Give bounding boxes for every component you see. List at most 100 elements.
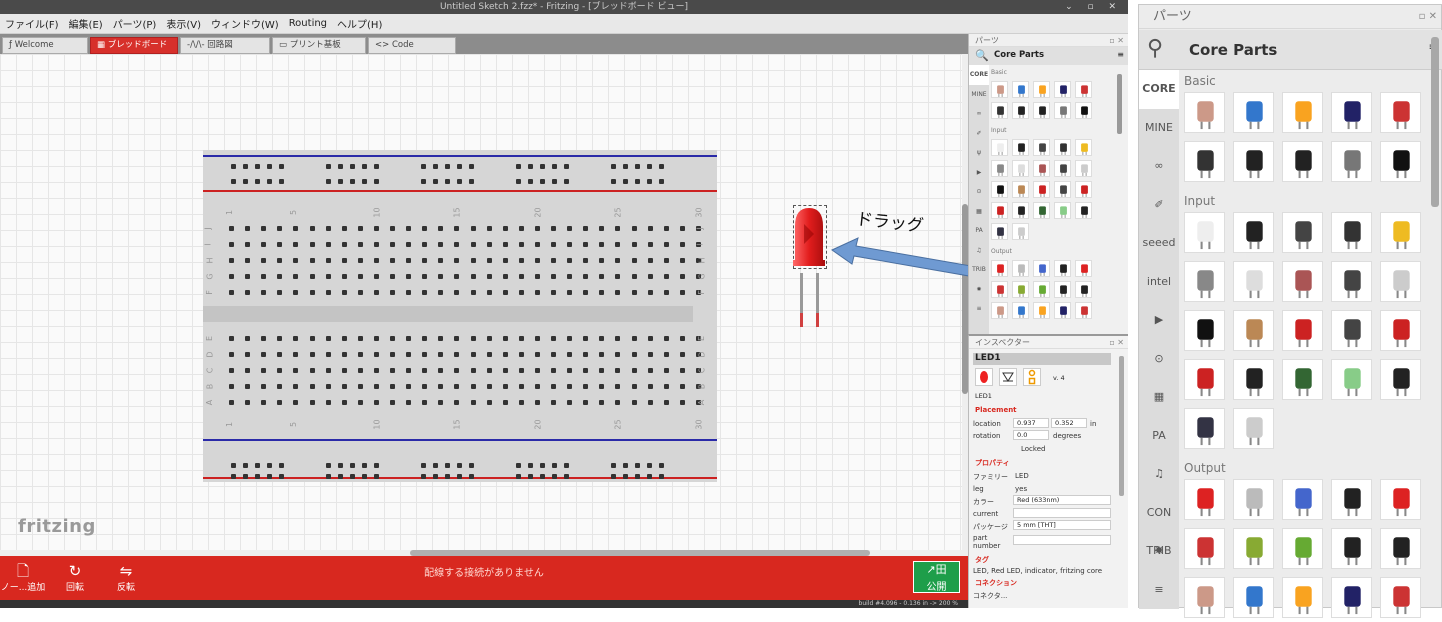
part-tile[interactable]	[1075, 160, 1092, 177]
hole[interactable]	[528, 164, 533, 169]
menu-icon[interactable]: ≡	[1117, 50, 1124, 59]
locked-checkbox[interactable]: Locked	[1021, 445, 1045, 453]
hole[interactable]	[245, 258, 251, 263]
hole[interactable]	[679, 400, 685, 405]
hole[interactable]	[534, 274, 540, 279]
hole[interactable]	[615, 274, 621, 279]
hole[interactable]	[357, 336, 363, 341]
hole[interactable]	[564, 164, 569, 169]
hole[interactable]	[362, 164, 367, 169]
hole[interactable]	[534, 226, 540, 231]
hole[interactable]	[611, 474, 616, 479]
hole[interactable]	[421, 463, 426, 468]
hole[interactable]	[245, 352, 251, 357]
hole[interactable]	[445, 179, 450, 184]
hole[interactable]	[325, 336, 331, 341]
bin-tab[interactable]: ✸	[969, 280, 989, 300]
hole[interactable]	[422, 384, 428, 389]
hole[interactable]	[647, 400, 653, 405]
hole[interactable]	[373, 384, 379, 389]
hole[interactable]	[454, 400, 460, 405]
hole[interactable]	[567, 336, 573, 341]
hole[interactable]	[564, 474, 569, 479]
hole[interactable]	[243, 179, 248, 184]
hole[interactable]	[564, 463, 569, 468]
hole[interactable]	[454, 274, 460, 279]
hole[interactable]	[277, 258, 283, 263]
part-tile[interactable]	[1233, 92, 1274, 133]
hole[interactable]	[635, 179, 640, 184]
bin-tab[interactable]: PA	[1139, 417, 1179, 456]
hole[interactable]	[438, 336, 444, 341]
part-tile[interactable]	[991, 81, 1008, 98]
parts-scrollbar[interactable]	[1117, 74, 1122, 134]
part-tile[interactable]	[1233, 528, 1274, 569]
hole[interactable]	[406, 336, 412, 341]
hole[interactable]	[229, 368, 234, 373]
hole[interactable]	[229, 400, 234, 405]
hole[interactable]	[518, 226, 524, 231]
part-tile[interactable]	[1331, 92, 1372, 133]
hole[interactable]	[516, 463, 521, 468]
hole[interactable]	[326, 474, 331, 479]
menu-view[interactable]: 表示(V)	[161, 16, 206, 31]
hole[interactable]	[583, 352, 589, 357]
bin-tab[interactable]: seeed	[1139, 224, 1179, 263]
part-tile[interactable]	[1054, 160, 1071, 177]
hole[interactable]	[357, 258, 363, 263]
hole[interactable]	[518, 290, 524, 295]
part-tile[interactable]	[1233, 310, 1274, 351]
hole[interactable]	[406, 400, 412, 405]
hole[interactable]	[341, 242, 347, 247]
hole[interactable]	[390, 336, 395, 341]
hole[interactable]	[470, 258, 476, 263]
hole[interactable]	[374, 179, 379, 184]
hole[interactable]	[422, 274, 428, 279]
part-tile[interactable]	[1184, 92, 1225, 133]
part-tile[interactable]	[1282, 212, 1323, 253]
hole[interactable]	[486, 226, 492, 231]
hole[interactable]	[438, 352, 444, 357]
hole[interactable]	[277, 290, 283, 295]
hole[interactable]	[518, 258, 524, 263]
hole[interactable]	[325, 274, 331, 279]
hole[interactable]	[390, 242, 395, 247]
close-icon[interactable]: ▫ ✕	[1419, 5, 1437, 29]
hole[interactable]	[325, 226, 331, 231]
hole[interactable]	[309, 400, 315, 405]
hole[interactable]	[338, 179, 343, 184]
hole[interactable]	[454, 290, 460, 295]
hole[interactable]	[390, 258, 395, 263]
part-tile[interactable]	[1282, 359, 1323, 400]
hole[interactable]	[679, 274, 685, 279]
hole[interactable]	[390, 368, 395, 373]
hole[interactable]	[534, 400, 540, 405]
part-tile[interactable]	[1054, 81, 1071, 98]
hole[interactable]	[502, 336, 508, 341]
hole[interactable]	[647, 336, 653, 341]
hole[interactable]	[231, 164, 236, 169]
hole[interactable]	[231, 179, 236, 184]
hole[interactable]	[438, 226, 444, 231]
hole[interactable]	[373, 290, 379, 295]
hole[interactable]	[583, 290, 589, 295]
hole[interactable]	[647, 164, 652, 169]
hole[interactable]	[309, 242, 315, 247]
hole[interactable]	[279, 179, 284, 184]
location-y-input[interactable]: 0.352	[1051, 418, 1087, 428]
bin-tab[interactable]: ∞	[1139, 147, 1179, 186]
part-tile[interactable]	[1331, 528, 1372, 569]
hole[interactable]	[623, 463, 628, 468]
part-tile[interactable]	[1054, 181, 1071, 198]
part-tile[interactable]	[1184, 577, 1225, 618]
hole[interactable]	[518, 368, 524, 373]
part-tile[interactable]	[1012, 181, 1029, 198]
part-tile[interactable]	[991, 223, 1008, 240]
hole[interactable]	[341, 336, 347, 341]
part-tile[interactable]	[1331, 479, 1372, 520]
part-tile[interactable]	[1184, 359, 1225, 400]
hole[interactable]	[390, 290, 395, 295]
bin-tab[interactable]: MINE	[1139, 109, 1179, 148]
part-tile[interactable]	[1331, 261, 1372, 302]
hole[interactable]	[422, 400, 428, 405]
